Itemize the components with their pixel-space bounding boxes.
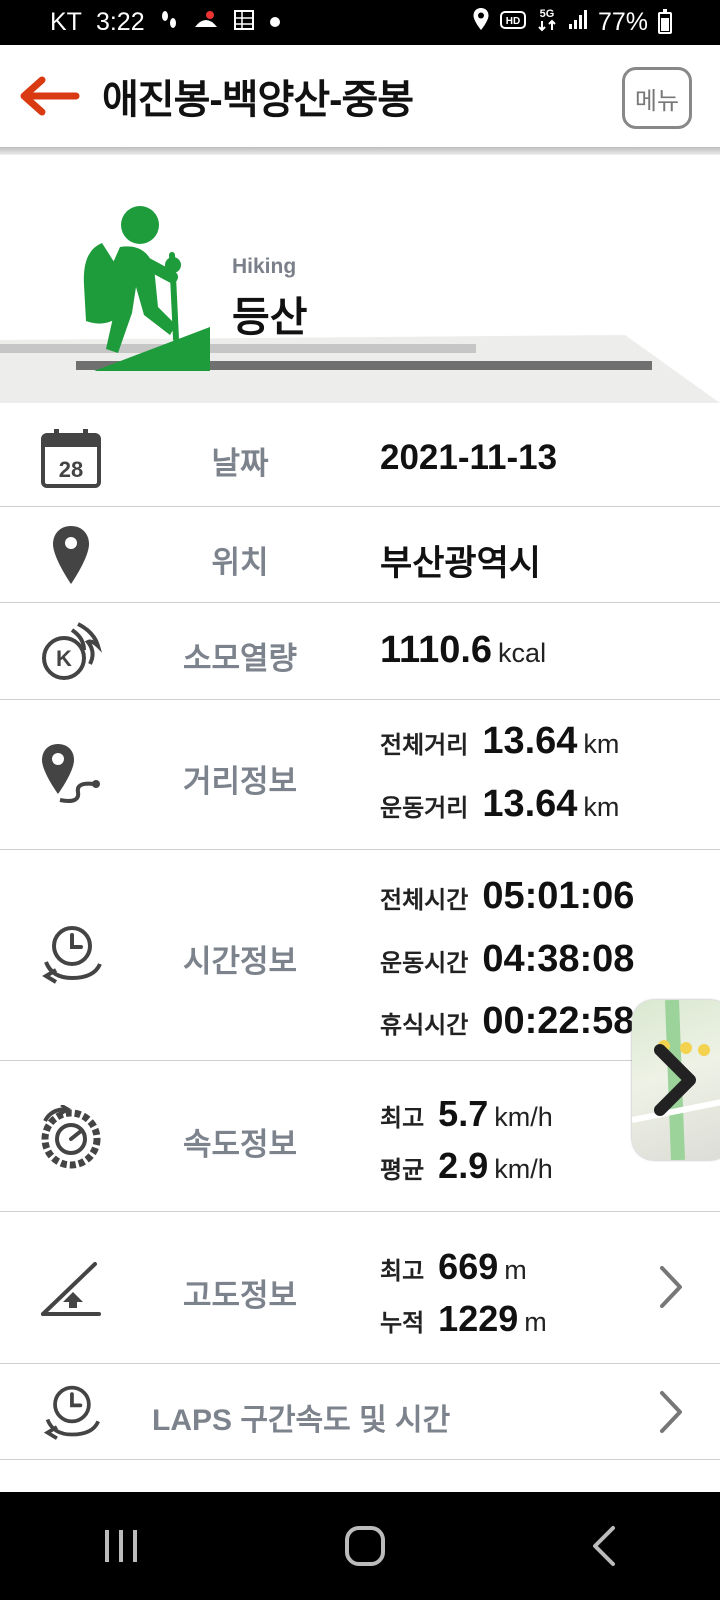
menu-button-label: 메뉴 <box>634 87 680 115</box>
svg-text:K: K <box>56 646 72 671</box>
gallery-icon <box>233 9 255 37</box>
route-pin-icon <box>35 738 107 810</box>
speed-label: 속도정보 <box>182 1127 298 1162</box>
distance-row: 거리정보 전체거리 13.64 km 운동거리 13.64 km <box>0 700 720 850</box>
rest-time-label: 휴식시간 <box>380 1012 469 1039</box>
activity-banner: Hiking 등산 <box>0 155 720 410</box>
altitude-row[interactable]: 고도정보 최고 669 m 누적 1229 m <box>0 1212 720 1364</box>
cumulative-altitude-value: 1229 <box>438 1298 519 1339</box>
elevation-icon <box>35 1252 107 1324</box>
system-nav-bar <box>0 1492 720 1600</box>
max-speed-unit: km/h <box>494 1102 553 1132</box>
calories-label: 소모열량 <box>182 641 298 676</box>
time-label: 시간정보 <box>182 944 298 979</box>
calories-row: K 소모열량 1110.6 kcal <box>0 603 720 700</box>
svg-text:5G: 5G <box>540 8 555 20</box>
chevron-right-icon <box>660 1391 682 1433</box>
lap-clock-icon <box>35 1378 107 1446</box>
moving-distance-value: 13.64 <box>482 783 578 825</box>
map-thumbnail-button[interactable] <box>632 1000 720 1160</box>
moving-time: 운동시간 04:38:08 <box>380 938 634 981</box>
date-label: 날짜 <box>211 446 269 481</box>
rest-time: 휴식시간 00:22:58 <box>380 1000 634 1043</box>
moving-time-label: 운동시간 <box>380 950 469 977</box>
altitude-label: 고도정보 <box>182 1278 298 1313</box>
chevron-right-icon <box>654 1044 696 1116</box>
calendar-icon: 28 <box>35 420 107 496</box>
calories-value: 1110.6 <box>380 629 493 671</box>
calories-unit: kcal <box>498 638 547 668</box>
hiker-icon <box>83 206 210 371</box>
battery-percent: 77% <box>597 8 648 36</box>
laps-row[interactable]: LAPS 구간속도 및 시간 <box>0 1364 720 1460</box>
back-arrow-icon <box>20 76 80 116</box>
total-time: 전체시간 05:01:06 <box>380 875 634 918</box>
max-speed-value: 5.7 <box>438 1093 489 1134</box>
total-time-label: 전체시간 <box>380 887 469 914</box>
clock-cycle-icon <box>35 918 107 990</box>
max-speed: 최고 5.7 km/h <box>380 1093 553 1135</box>
page-title: 애진봉-백양산-중봉 <box>102 78 414 122</box>
max-speed-label: 최고 <box>380 1105 425 1132</box>
moving-time-value: 04:38:08 <box>482 938 635 980</box>
hd-icon: HD <box>499 8 526 37</box>
recent-apps-icon[interactable] <box>101 1526 141 1566</box>
total-time-value: 05:01:06 <box>482 875 635 917</box>
moving-distance-label: 운동거리 <box>380 795 469 822</box>
total-distance-value: 13.64 <box>482 720 578 762</box>
footsteps-icon <box>159 9 179 37</box>
moving-distance-unit: km <box>583 792 620 822</box>
cumulative-altitude: 누적 1229 m <box>380 1298 547 1340</box>
date-value: 2021-11-13 <box>380 438 558 477</box>
speed-row: 속도정보 최고 5.7 km/h 평균 2.9 km/h <box>0 1061 720 1212</box>
laps-label: LAPS 구간속도 및 시간 <box>152 1404 451 1437</box>
signal-icon <box>568 8 588 37</box>
svg-text:HD: HD <box>506 16 520 27</box>
max-altitude-label: 최고 <box>380 1258 425 1285</box>
activity-type-en: Hiking <box>232 255 297 278</box>
5g-icon: 5G <box>536 6 558 39</box>
carrier-label: KT <box>50 8 82 36</box>
total-distance-label: 전체거리 <box>380 732 469 759</box>
battery-icon <box>658 8 672 34</box>
chevron-right-icon <box>660 1266 682 1308</box>
total-distance: 전체거리 13.64 km <box>380 720 619 763</box>
cumulative-altitude-label: 누적 <box>380 1310 425 1337</box>
dot-icon <box>269 11 281 34</box>
time-row: 시간정보 전체시간 05:01:06 운동시간 04:38:08 휴식시간 00… <box>0 850 720 1061</box>
hiking-app-icon <box>193 9 219 37</box>
location-label: 위치 <box>211 545 269 580</box>
distance-label: 거리정보 <box>182 764 298 799</box>
max-altitude-unit: m <box>504 1255 527 1285</box>
back-button[interactable] <box>18 74 82 118</box>
calorie-flame-icon: K <box>35 615 107 687</box>
location-row: 위치 부산광역시 <box>0 507 720 603</box>
total-distance-unit: km <box>583 729 620 759</box>
svg-text:28: 28 <box>59 457 83 482</box>
location-value: 부산광역시 <box>380 544 542 583</box>
stats-list: 28 날짜 2021-11-13 위치 부산광역시 K 소모열량 1110.6 … <box>0 410 720 1460</box>
status-bar: KT 3:22 HD 5G 77% <box>0 0 720 45</box>
moving-distance: 운동거리 13.64 km <box>380 783 619 826</box>
avg-speed: 평균 2.9 km/h <box>380 1145 553 1187</box>
max-altitude: 최고 669 m <box>380 1246 527 1288</box>
avg-speed-value: 2.9 <box>438 1145 489 1186</box>
activity-type-ko: 등산 <box>232 294 308 340</box>
calories-value-group: 1110.6 kcal <box>380 629 546 672</box>
rest-time-value: 00:22:58 <box>482 1000 635 1042</box>
date-row: 28 날짜 2021-11-13 <box>0 410 720 507</box>
nav-back-icon[interactable] <box>589 1524 619 1568</box>
cumulative-altitude-unit: m <box>524 1307 547 1337</box>
avg-speed-unit: km/h <box>494 1154 553 1184</box>
clock: 3:22 <box>95 8 145 36</box>
map-pin-icon <box>35 519 107 591</box>
location-icon <box>472 7 490 38</box>
max-altitude-value: 669 <box>438 1246 499 1287</box>
app-header: 애진봉-백양산-중봉 메뉴 <box>0 45 720 147</box>
menu-button[interactable]: 메뉴 <box>622 67 692 129</box>
avg-speed-label: 평균 <box>380 1157 425 1184</box>
speedometer-icon <box>35 1101 107 1173</box>
header-divider <box>0 147 720 155</box>
home-icon[interactable] <box>343 1524 387 1568</box>
